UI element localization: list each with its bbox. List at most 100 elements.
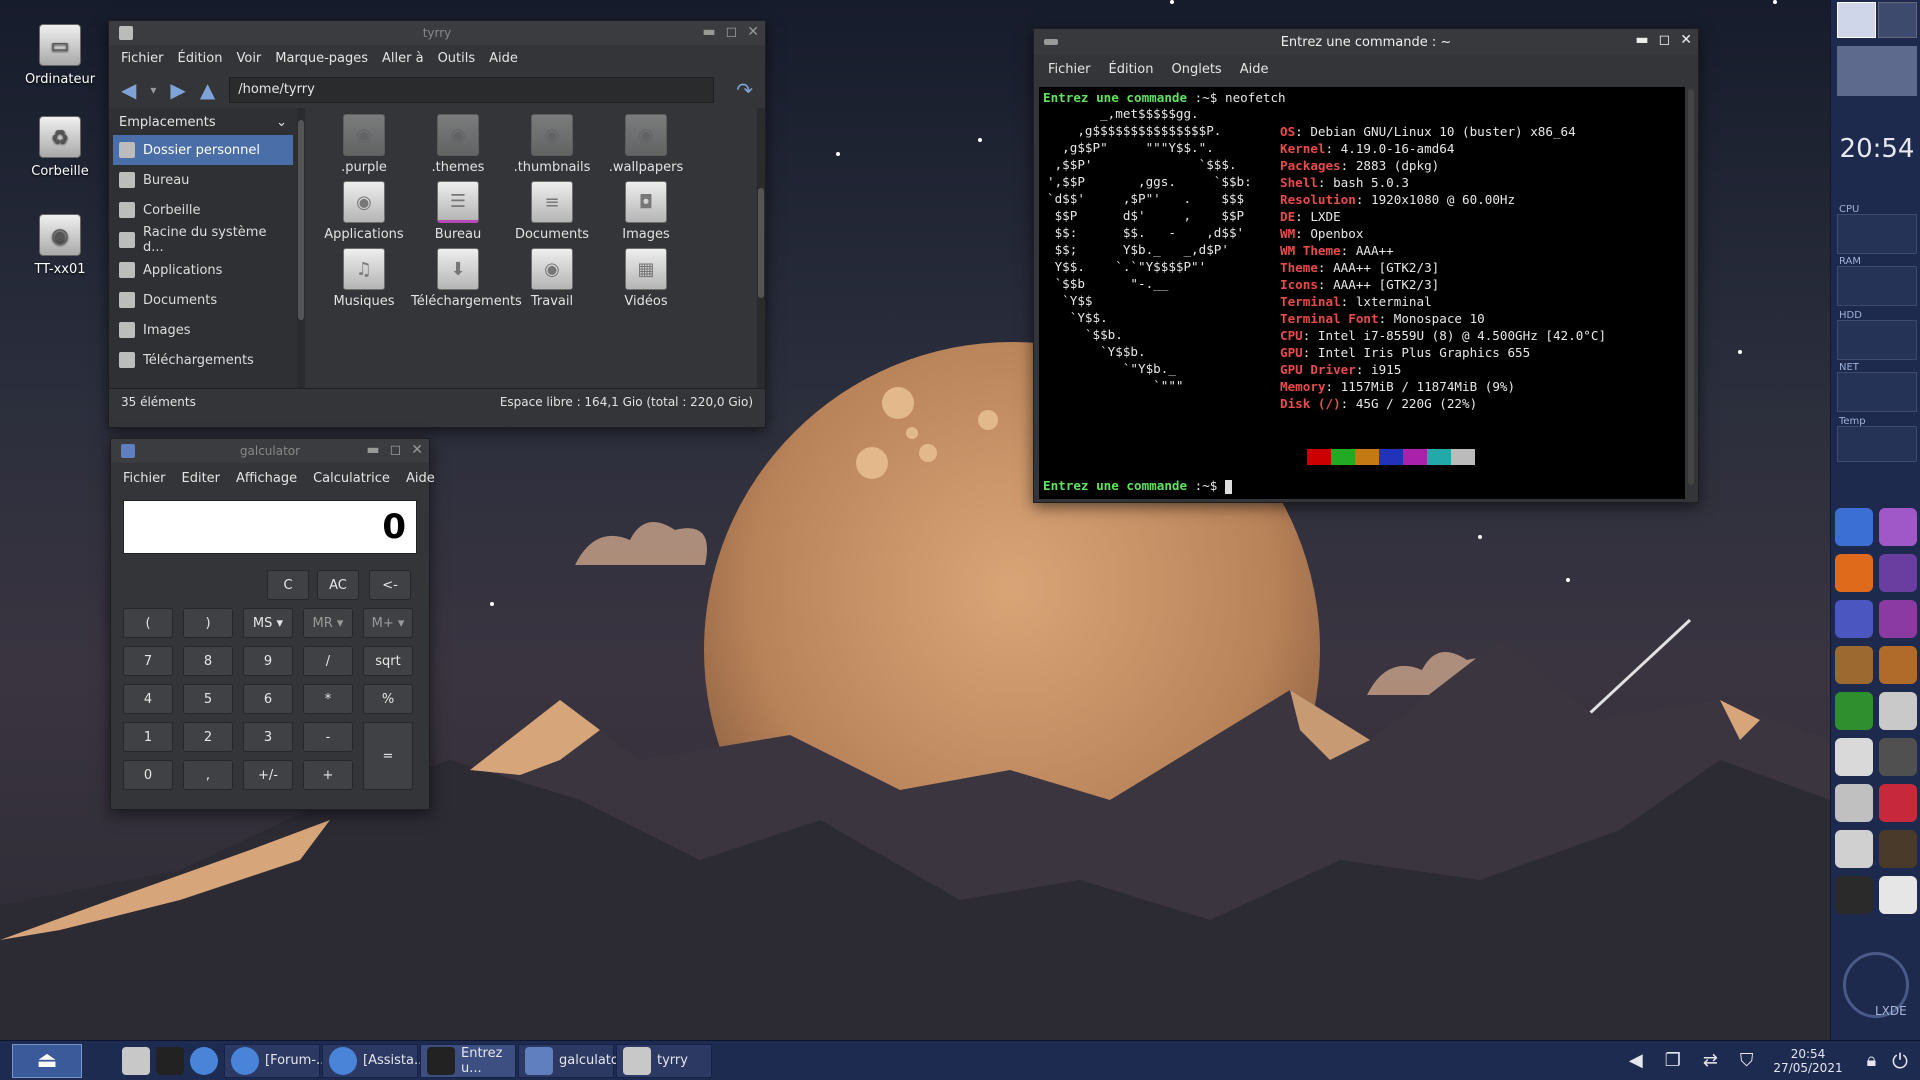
digit-0-button[interactable]: 0 — [123, 760, 173, 790]
file-item[interactable]: ≡ Documents — [505, 181, 599, 242]
menu-fichier[interactable]: Fichier — [123, 471, 166, 486]
pidgin-icon[interactable] — [1879, 600, 1917, 638]
teams-icon[interactable] — [1835, 600, 1873, 638]
image-viewer-icon[interactable] — [1879, 554, 1917, 592]
menu-onglets[interactable]: Onglets — [1171, 62, 1221, 77]
menu-marque-pages[interactable]: Marque-pages — [275, 51, 368, 66]
path-bar[interactable]: /home/tyrry — [229, 77, 715, 103]
maximize-button[interactable]: ◻ — [390, 442, 402, 458]
minimize-button[interactable]: ▬ — [366, 442, 379, 458]
calculator-window[interactable]: galculator ▬ ◻ ✕ Fichier Editer Affichag… — [110, 438, 435, 810]
sidebar-item-trash[interactable]: Corbeille — [113, 195, 293, 225]
power-icon[interactable]: ⏻ — [1892, 1049, 1908, 1073]
taskbar-clock[interactable]: 20:54 27/05/2021 — [1773, 1047, 1842, 1075]
close-button[interactable]: ✕ — [747, 24, 759, 40]
menu-outils[interactable]: Outils — [438, 51, 476, 66]
file-item[interactable]: ▦ Vidéos — [599, 248, 693, 309]
file-item[interactable]: ◉ .thumbnails — [505, 114, 599, 175]
chromium-icon[interactable] — [190, 1046, 218, 1075]
sidebar-item-desktop[interactable]: Bureau — [113, 165, 293, 195]
bird-icon[interactable] — [1879, 508, 1917, 546]
reload-icon[interactable]: ↷ — [736, 78, 753, 102]
menu-aide[interactable]: Aide — [406, 471, 435, 486]
taskbar-task-terminal[interactable]: Entrez u... — [420, 1043, 516, 1078]
menu-calculatrice[interactable]: Calculatrice — [313, 471, 390, 486]
menu-aide[interactable]: Aide — [489, 51, 518, 66]
menu-edition[interactable]: Édition — [178, 51, 223, 66]
menu-aller[interactable]: Aller à — [382, 51, 424, 66]
volume-icon[interactable]: ◀ — [1629, 1050, 1643, 1071]
sidebar-item-home[interactable]: Dossier personnel — [113, 135, 293, 165]
taskbar-task-calculator[interactable]: galculator — [518, 1043, 624, 1078]
system-monitor-icon[interactable] — [1879, 830, 1917, 868]
lock-icon[interactable]: 🔒︎ — [1867, 1050, 1877, 1071]
debian-icon[interactable] — [1879, 784, 1917, 822]
sidebar-item-downloads[interactable]: Téléchargements — [113, 345, 293, 375]
up-arrow-icon[interactable]: ▲ — [200, 78, 215, 102]
menu-edition[interactable]: Édition — [1109, 62, 1154, 77]
workspace-1[interactable] — [1837, 2, 1876, 38]
menu-fichier[interactable]: Fichier — [121, 51, 164, 66]
workspace-2[interactable] — [1878, 2, 1917, 38]
file-manager-window[interactable]: tyrry ▬ ◻ ✕ Fichier Édition Voir Marque-… — [108, 20, 766, 428]
digit-5-button[interactable]: 5 — [183, 684, 233, 714]
menu-affichage[interactable]: Affichage — [236, 471, 297, 486]
sidebar-item-root[interactable]: Racine du système d... — [113, 225, 293, 255]
digit-1-button[interactable]: 1 — [123, 722, 173, 752]
calculator-icon[interactable] — [1879, 692, 1917, 730]
network-icon[interactable]: ⇄ — [1703, 1050, 1718, 1071]
digit-7-button[interactable]: 7 — [123, 646, 173, 676]
sidebar-item-applications[interactable]: Applications — [113, 255, 293, 285]
divide-button[interactable]: / — [303, 646, 353, 676]
terminal-icon[interactable] — [156, 1046, 184, 1075]
close-button[interactable]: ✕ — [1680, 32, 1692, 48]
drive-icon[interactable] — [1835, 830, 1873, 868]
backspace-button[interactable]: <- — [369, 570, 411, 600]
menu-fichier[interactable]: Fichier — [1048, 62, 1091, 77]
decimal-button[interactable]: , — [183, 760, 233, 790]
mixer-icon[interactable] — [1835, 784, 1873, 822]
menu-icon[interactable]: ⏏ — [12, 1043, 82, 1078]
file-item[interactable]: ◉ Applications — [317, 181, 411, 242]
terminal-window[interactable]: Entrez une commande : ~ ▬ ◻ ✕ Fichier Éd… — [1033, 28, 1699, 503]
memory-recall-button[interactable]: MR ▾ — [303, 608, 353, 638]
color-picker-icon[interactable] — [1835, 692, 1873, 730]
equals-button[interactable]: = — [363, 722, 413, 790]
memory-add-button[interactable]: M+ ▾ — [363, 608, 413, 638]
digit-4-button[interactable]: 4 — [123, 684, 173, 714]
menu-editer[interactable]: Editer — [182, 471, 221, 486]
file-item[interactable]: ◉ .purple — [317, 114, 411, 175]
file-manager-icon[interactable] — [122, 1046, 150, 1075]
firefox-icon[interactable] — [1835, 554, 1873, 592]
sidebar-item-images[interactable]: Images — [113, 315, 293, 345]
sidebar-header[interactable]: Emplacements ⌄ — [113, 110, 293, 135]
file-item[interactable]: ◉ .wallpapers — [599, 114, 693, 175]
title-bar[interactable]: Entrez une commande : ~ ▬ ◻ ✕ — [1034, 29, 1698, 55]
file-grid-scrollbar[interactable] — [757, 108, 765, 388]
digit-6-button[interactable]: 6 — [243, 684, 293, 714]
all-clear-button[interactable]: AC — [317, 570, 359, 600]
negate-button[interactable]: +/- — [243, 760, 293, 790]
back-arrow-icon[interactable]: ◀ — [121, 78, 136, 102]
chromium-icon[interactable] — [1835, 508, 1873, 546]
menu-aide[interactable]: Aide — [1240, 62, 1269, 77]
file-item[interactable]: ♫ Musiques — [317, 248, 411, 309]
text-editor-icon[interactable] — [1835, 738, 1873, 776]
terminal-icon[interactable] — [1835, 876, 1873, 914]
subtract-button[interactable]: - — [303, 722, 353, 752]
terminal-scrollbar[interactable] — [1688, 89, 1694, 485]
menu-icon[interactable] — [1879, 876, 1917, 914]
digit-8-button[interactable]: 8 — [183, 646, 233, 676]
digit-2-button[interactable]: 2 — [183, 722, 233, 752]
title-bar[interactable]: tyrry ▬ ◻ ✕ — [109, 21, 765, 45]
file-item[interactable]: ◘ Images — [599, 181, 693, 242]
close-button[interactable]: ✕ — [411, 442, 423, 458]
file-item[interactable]: ◉ Travail — [505, 248, 599, 309]
add-button[interactable]: + — [303, 760, 353, 790]
file-item[interactable]: ⬇ Téléchargements — [411, 248, 522, 309]
minimize-button[interactable]: ▬ — [702, 24, 715, 40]
close-paren-button[interactable]: ) — [183, 608, 233, 638]
percent-button[interactable]: % — [363, 684, 413, 714]
windows-icon[interactable]: ❐ — [1665, 1050, 1681, 1071]
forward-arrow-icon[interactable]: ▶ — [170, 78, 185, 102]
